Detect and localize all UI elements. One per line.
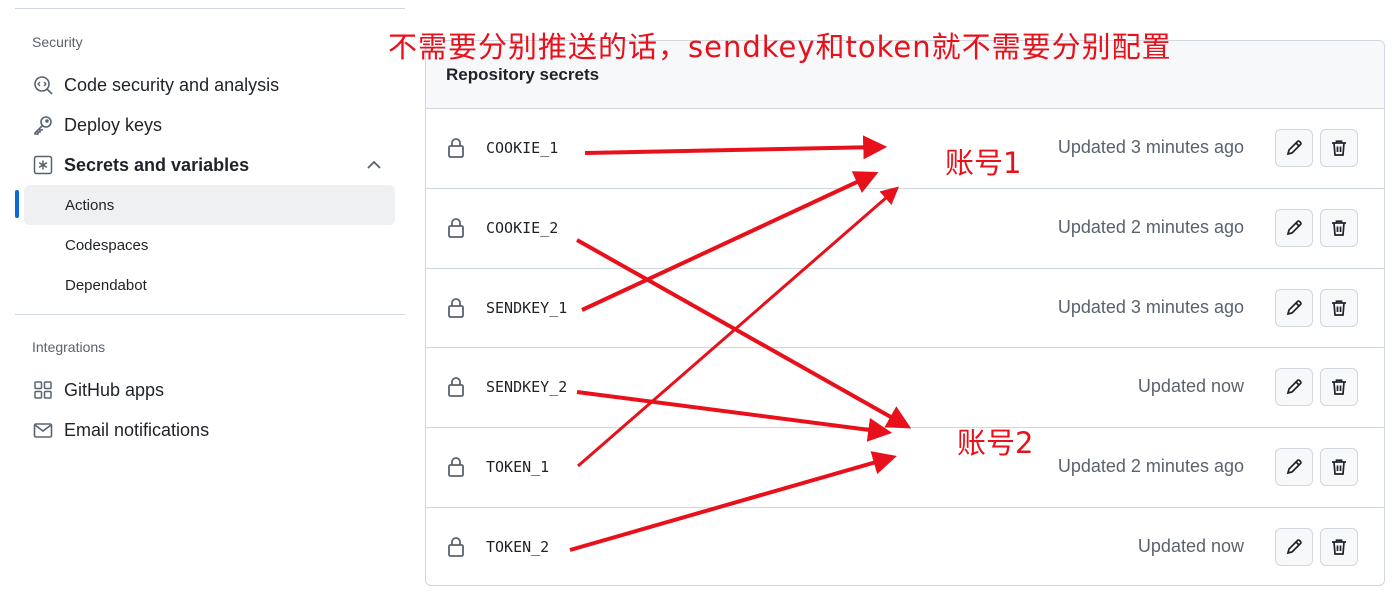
edit-secret-button[interactable] xyxy=(1275,368,1313,407)
secret-row: COOKIE_2 Updated 2 minutes ago xyxy=(426,189,1384,269)
secret-name: TOKEN_2 xyxy=(486,537,550,556)
delete-secret-button[interactable] xyxy=(1320,208,1358,247)
secret-name: TOKEN_1 xyxy=(486,458,550,477)
secret-updated-time: Updated now xyxy=(1137,535,1244,556)
sidebar-item-label: GitHub apps xyxy=(64,379,165,400)
secret-updated-time: Updated 2 minutes ago xyxy=(1057,456,1244,477)
secret-updated-time: Updated 3 minutes ago xyxy=(1057,137,1244,157)
secrets-list: COOKIE_1 Updated 3 minutes ago COOKIE_2 Upd… xyxy=(426,109,1384,585)
lock-icon xyxy=(446,536,466,558)
section-title-security: Security xyxy=(32,34,83,50)
key-icon xyxy=(32,114,54,136)
sidebar-subitem-dependabot[interactable]: Dependabot xyxy=(24,265,395,305)
sidebar-item-secrets-and-variables[interactable]: Secrets and variables xyxy=(32,146,402,184)
sidebar-item-email-notifications[interactable]: Email notifications xyxy=(32,411,402,449)
sidebar-item-code-security[interactable]: Code security and analysis xyxy=(32,66,402,104)
secret-row: TOKEN_2 Updated now xyxy=(426,508,1384,585)
annotation-top-note: 不需要分别推送的话，sendkey和token就不需要分别配置 xyxy=(388,30,1172,64)
secret-row: SENDKEY_1 Updated 3 minutes ago xyxy=(426,269,1384,349)
lock-icon xyxy=(446,217,466,239)
sidebar-subitem-actions[interactable]: Actions xyxy=(24,185,395,225)
trash-icon xyxy=(1330,139,1348,157)
pencil-icon xyxy=(1285,139,1303,157)
delete-secret-button[interactable] xyxy=(1320,288,1358,327)
lock-icon xyxy=(446,137,466,159)
sidebar-item-deploy-keys[interactable]: Deploy keys xyxy=(32,106,402,144)
pencil-icon xyxy=(1285,378,1303,396)
sidebar-divider-top xyxy=(15,8,405,9)
repository-secrets-panel: Repository secrets COOKIE_1 Updated 3 min… xyxy=(425,40,1385,586)
delete-secret-button[interactable] xyxy=(1320,448,1358,487)
secret-name: COOKIE_1 xyxy=(486,139,559,157)
secret-name: SENDKEY_1 xyxy=(486,298,568,317)
trash-icon xyxy=(1330,299,1348,317)
lock-icon xyxy=(446,376,466,398)
edit-secret-button[interactable] xyxy=(1275,129,1313,167)
sidebar-subitem-codespaces[interactable]: Codespaces xyxy=(24,225,395,265)
section-title-integrations: Integrations xyxy=(32,339,106,355)
secret-name: SENDKEY_2 xyxy=(486,378,568,397)
trash-icon xyxy=(1330,538,1348,556)
pencil-icon xyxy=(1285,458,1303,476)
lock-icon xyxy=(446,456,466,478)
annotation-account1: 账号1 xyxy=(945,146,1022,180)
settings-sidebar: Security Code security and analysis Depl… xyxy=(0,0,420,594)
sidebar-item-label: Secrets and variables xyxy=(64,154,250,175)
pencil-icon xyxy=(1285,299,1303,317)
secret-name: COOKIE_2 xyxy=(486,218,559,237)
asterisk-icon xyxy=(32,154,54,176)
active-indicator xyxy=(15,190,19,218)
delete-secret-button[interactable] xyxy=(1320,129,1358,167)
sidebar-item-github-apps[interactable]: GitHub apps xyxy=(32,371,402,409)
delete-secret-button[interactable] xyxy=(1320,527,1358,566)
pencil-icon xyxy=(1285,219,1303,237)
edit-secret-button[interactable] xyxy=(1275,448,1313,487)
annotation-account2: 账号2 xyxy=(957,426,1034,460)
secret-row: COOKIE_1 Updated 3 minutes ago xyxy=(426,109,1384,189)
trash-icon xyxy=(1330,219,1348,237)
edit-secret-button[interactable] xyxy=(1275,527,1313,566)
secret-updated-time: Updated now xyxy=(1137,376,1244,397)
secret-row: TOKEN_1 Updated 2 minutes ago xyxy=(426,428,1384,508)
lock-icon xyxy=(446,297,466,319)
secret-updated-time: Updated 2 minutes ago xyxy=(1057,216,1244,237)
secret-row: SENDKEY_2 Updated now xyxy=(426,348,1384,429)
mail-icon xyxy=(32,419,54,441)
sidebar-item-label: Email notifications xyxy=(64,419,210,440)
apps-icon xyxy=(32,379,54,401)
pencil-icon xyxy=(1285,538,1303,556)
delete-secret-button[interactable] xyxy=(1320,368,1358,407)
edit-secret-button[interactable] xyxy=(1275,208,1313,247)
sidebar-divider xyxy=(15,314,405,315)
trash-icon xyxy=(1330,378,1348,396)
trash-icon xyxy=(1330,458,1348,476)
sidebar-item-label: Deploy keys xyxy=(64,114,163,135)
edit-secret-button[interactable] xyxy=(1275,288,1313,327)
codescan-icon xyxy=(32,74,54,96)
secret-updated-time: Updated 3 minutes ago xyxy=(1057,296,1244,317)
sidebar-item-label: Code security and analysis xyxy=(64,74,280,95)
chevron-up-icon[interactable] xyxy=(364,155,384,175)
